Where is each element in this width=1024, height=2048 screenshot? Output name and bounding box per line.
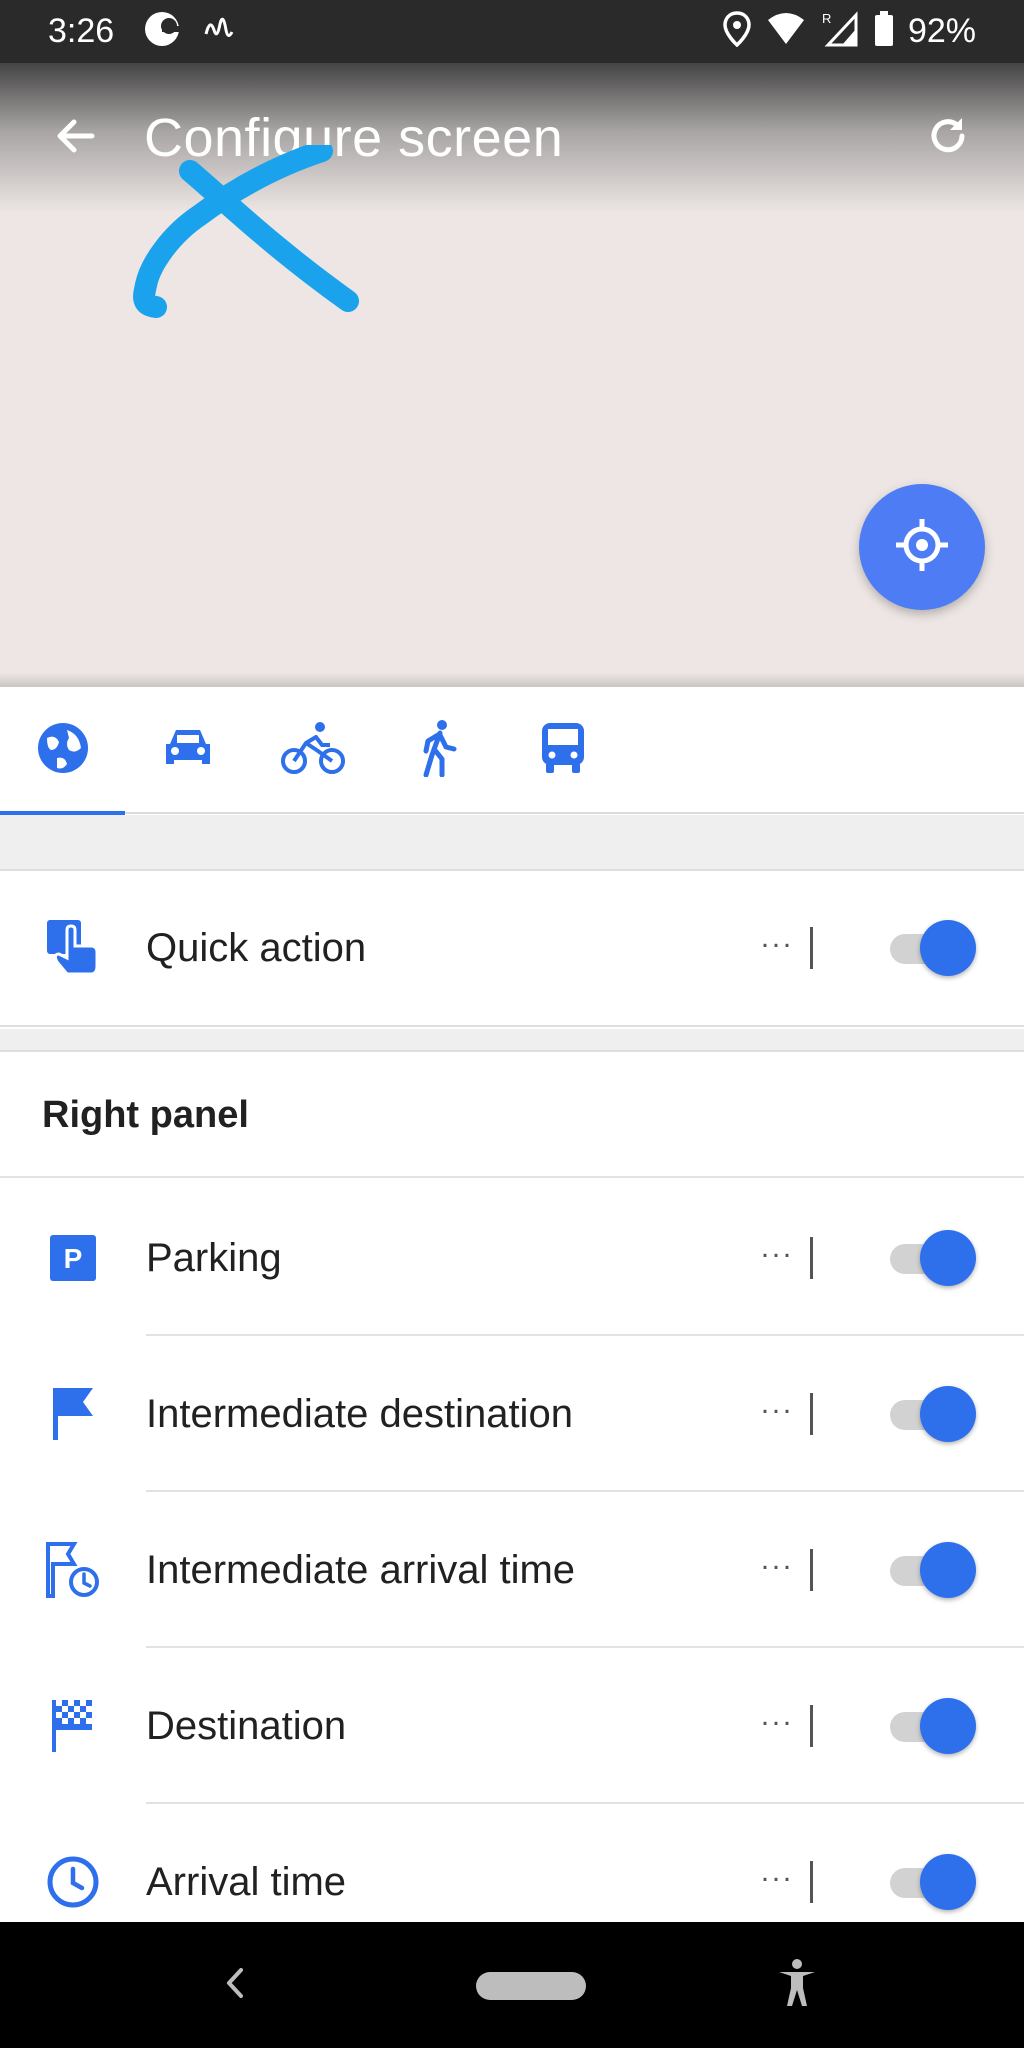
flag-clock-icon (42, 1539, 104, 1601)
nav-back-button[interactable] (210, 1960, 260, 2010)
tab-bicycle[interactable] (250, 687, 375, 814)
chevron-left-icon (223, 1966, 247, 2005)
car-icon (162, 726, 214, 775)
system-nav-bar (0, 1922, 1024, 2048)
list-item-toggle[interactable] (890, 1386, 976, 1442)
wifi-icon (766, 12, 806, 51)
pedestrian-icon (418, 719, 458, 782)
list-item-label: Intermediate arrival time (146, 1547, 576, 1592)
list-item-intermediate-destination[interactable]: Intermediate destination ··· (0, 1336, 1024, 1492)
battery-percent: 92% (907, 12, 976, 50)
bus-icon (540, 721, 586, 780)
section-gap (0, 815, 1024, 871)
status-bar: 3:26 R 92% (0, 0, 1024, 63)
toggle-thumb (920, 1386, 976, 1442)
svg-text:P: P (64, 1243, 83, 1274)
signal-wave-icon (202, 12, 236, 51)
parking-icon: P (42, 1227, 104, 1289)
list-item-toggle[interactable] (890, 1854, 976, 1910)
list-item-destination[interactable]: Destination ··· (0, 1648, 1024, 1804)
list-item-toggle[interactable] (890, 1230, 976, 1286)
accessibility-button[interactable] (772, 1958, 822, 2012)
more-options-button[interactable]: ··· (760, 1238, 793, 1272)
list-item-label: Parking (146, 1235, 282, 1280)
touch-hand-icon (42, 917, 104, 979)
more-options-button[interactable]: ··· (760, 1394, 793, 1428)
arrow-back-icon (52, 112, 100, 165)
vertical-divider (810, 1237, 813, 1279)
section-title: Right panel (42, 1094, 249, 1136)
my-location-button[interactable] (859, 484, 985, 610)
checkered-flag-icon (42, 1695, 104, 1757)
cell-signal-icon: R (820, 11, 860, 52)
section-gap (0, 1029, 1024, 1052)
map-preview[interactable]: Configure screen (0, 63, 1024, 687)
toggle-thumb (920, 1542, 976, 1598)
quick-action-label: Quick action (146, 925, 367, 970)
vertical-divider (810, 927, 813, 969)
toggle-thumb (920, 1698, 976, 1754)
toggle-thumb (920, 920, 976, 976)
quick-action-row[interactable]: Quick action ··· (0, 871, 1024, 1027)
nav-home-button[interactable] (476, 1972, 586, 2000)
annotation-x-mark (130, 140, 370, 350)
tab-bus[interactable] (500, 687, 625, 814)
list-item-intermediate-arrival-time[interactable]: Intermediate arrival time ··· (0, 1492, 1024, 1648)
clock-icon (42, 1851, 104, 1913)
tab-pedestrian[interactable] (375, 687, 500, 814)
more-options-button[interactable]: ··· (760, 1862, 793, 1896)
globe-icon (35, 720, 91, 781)
toggle-thumb (920, 1230, 976, 1286)
more-options-button[interactable]: ··· (760, 1706, 793, 1740)
bicycle-icon (280, 721, 346, 780)
tab-browse-map[interactable] (0, 687, 125, 816)
right-panel-header: Right panel (0, 1052, 1024, 1178)
battery-icon (874, 11, 894, 52)
vertical-divider (810, 1393, 813, 1435)
flag-icon (42, 1383, 104, 1445)
quick-action-toggle[interactable] (890, 920, 976, 976)
location-pin-icon (722, 11, 752, 52)
list-item-toggle[interactable] (890, 1542, 976, 1598)
map-bottom-shade (0, 673, 1024, 687)
list-item-label: Intermediate destination (146, 1391, 573, 1436)
reset-button[interactable] (912, 102, 984, 174)
vertical-divider (810, 1549, 813, 1591)
more-options-button[interactable]: ··· (760, 928, 793, 962)
toggle-thumb (920, 1854, 976, 1910)
vertical-divider (810, 1705, 813, 1747)
list-item-label: Destination (146, 1703, 347, 1748)
back-button[interactable] (40, 102, 112, 174)
list-item-parking[interactable]: P Parking ··· (0, 1180, 1024, 1336)
vertical-divider (810, 1861, 813, 1903)
more-options-button[interactable]: ··· (760, 1550, 793, 1584)
list-item-label: Arrival time (146, 1859, 347, 1904)
svg-text:R: R (822, 11, 831, 26)
list-item-toggle[interactable] (890, 1698, 976, 1754)
accessibility-icon (775, 1958, 819, 2013)
app-notification-icon (142, 9, 183, 54)
status-time: 3:26 (48, 12, 115, 50)
profile-tabs (0, 687, 1024, 816)
tab-car[interactable] (125, 687, 250, 814)
refresh-icon (924, 112, 972, 165)
my-location-icon (892, 515, 952, 580)
